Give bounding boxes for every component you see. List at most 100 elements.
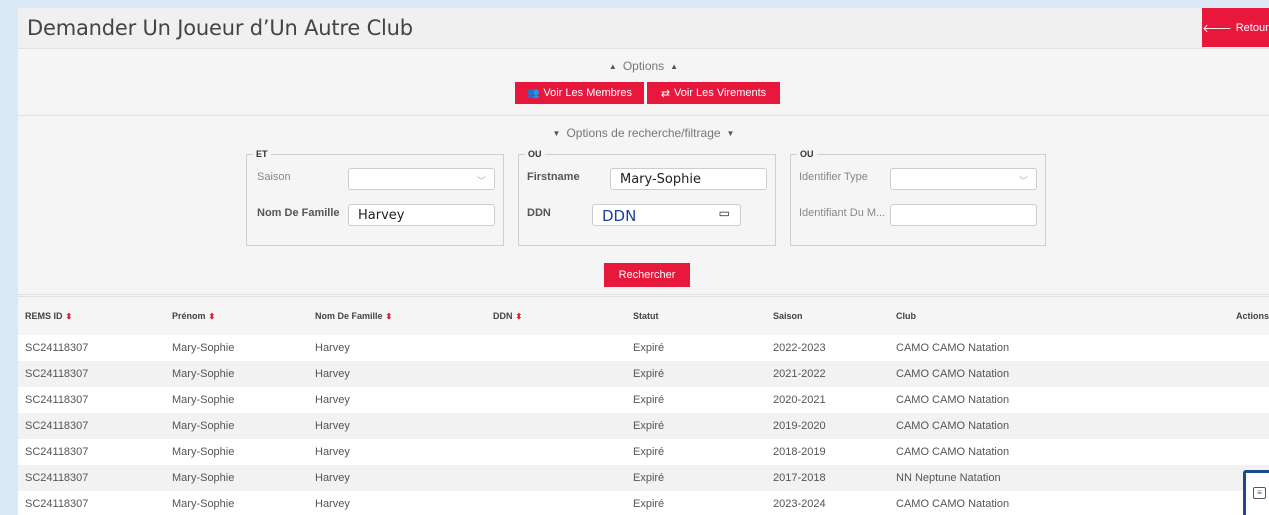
exchange-icon: ⇄ xyxy=(660,87,671,100)
chat-widget-button[interactable]: ≡ xyxy=(1243,470,1269,515)
table-row[interactable]: SC24118307 Mary-Sophie Harvey Expiré 2021-20… xyxy=(18,360,1269,387)
firstname-cell: Mary-Sophie xyxy=(172,393,235,406)
lastname-cell: Harvey xyxy=(315,341,350,354)
chevron-down-icon: ﹀ xyxy=(476,177,486,187)
actions-cell xyxy=(1196,361,1269,387)
status-cell: Expiré xyxy=(633,471,665,484)
col-rems-id[interactable]: REMS ID ⬍ xyxy=(25,296,172,335)
lastname-cell: Harvey xyxy=(315,419,350,432)
view-members-label: Voir Les Membres xyxy=(543,87,633,99)
firstname-cell: Mary-Sophie xyxy=(172,445,235,458)
table-row[interactable]: SC24118307 Mary-Sophie Harvey Expiré 2022-20… xyxy=(18,334,1269,361)
lastname-label: Nom De Famille xyxy=(257,207,340,219)
back-button[interactable]: 🡐 Retour xyxy=(1202,8,1269,47)
lastname-cell: Harvey xyxy=(315,471,350,484)
options-toggle[interactable]: ▲ Options ▲ xyxy=(18,59,1269,73)
season-cell: 2019-2020 xyxy=(773,419,826,432)
table-row[interactable]: SC24118307 Mary-Sophie Harvey Expiré 2017-20… xyxy=(18,464,1269,491)
sort-icon: ⬍ xyxy=(515,311,523,321)
caret-down-icon: ▼ xyxy=(552,129,561,138)
caret-down-icon: ▼ xyxy=(726,129,735,138)
back-button-label: Retour xyxy=(1235,21,1269,34)
season-cell: 2018-2019 xyxy=(773,445,826,458)
season-cell: 2020-2021 xyxy=(773,393,826,406)
title-bar: Demander Un Joueur d’Un Autre Club 🡐 Ret… xyxy=(18,8,1269,49)
dob-cell xyxy=(493,335,633,361)
view-members-button[interactable]: 👥 Voir Les Membres xyxy=(515,82,644,104)
season-cell: 2023-2024 xyxy=(773,497,826,510)
col-dob[interactable]: DDN ⬍ xyxy=(493,296,633,335)
caret-up-icon: ▲ xyxy=(670,62,679,71)
chat-icon: ≡ xyxy=(1253,487,1266,499)
dob-cell xyxy=(493,465,633,491)
club-cell: NN Neptune Natation xyxy=(896,471,1001,484)
search-options-toggle[interactable]: ▼ Options de recherche/filtrage ▼ xyxy=(18,126,1269,140)
status-cell: Expiré xyxy=(633,497,665,510)
arrow-left-icon: 🡐 xyxy=(1202,22,1232,35)
lastname-input[interactable]: Harvey xyxy=(348,204,495,226)
rems-id-cell: SC24118307 xyxy=(25,419,89,432)
sort-icon: ⬍ xyxy=(65,311,73,321)
options-panel: ▲ Options ▲ 👥 Voir Les Membres ⇄ Voir Les … xyxy=(18,49,1269,116)
results-table: REMS ID ⬍ Prénom ⬍ Nom De Famille ⬍ DDN ⬍ St… xyxy=(18,296,1269,515)
rems-id-cell: SC24118307 xyxy=(25,341,89,354)
club-cell: CAMO CAMO Natation xyxy=(896,341,1010,354)
chevron-down-icon: ﹀ xyxy=(1018,177,1028,187)
season-cell: 2021-2022 xyxy=(773,367,826,380)
firstname-cell: Mary-Sophie xyxy=(172,341,235,354)
col-firstname[interactable]: Prénom ⬍ xyxy=(172,296,315,335)
page: Demander Un Joueur d’Un Autre Club 🡐 Ret… xyxy=(18,8,1269,515)
table-row[interactable]: SC24118307 Mary-Sophie Harvey Expiré 2023-20… xyxy=(18,490,1269,515)
col-actions: Actions xyxy=(1196,296,1269,335)
club-cell: CAMO CAMO Natation xyxy=(896,497,1010,510)
dob-cell xyxy=(493,387,633,413)
dob-value: DDN xyxy=(602,207,637,225)
firstname-cell: Mary-Sophie xyxy=(172,497,235,510)
actions-cell xyxy=(1196,413,1269,439)
identifier-type-select[interactable]: ﹀ xyxy=(890,168,1037,190)
filter-group-ou-1: OU Firstname Mary-Sophie DDN DDN ▭ xyxy=(518,149,776,246)
club-cell: CAMO CAMO Natation xyxy=(896,419,1010,432)
rems-id-cell: SC24118307 xyxy=(25,367,89,380)
season-label: Saison xyxy=(257,171,291,183)
table-row[interactable]: SC24118307 Mary-Sophie Harvey Expiré 2019-20… xyxy=(18,412,1269,439)
actions-cell xyxy=(1196,335,1269,361)
col-status: Statut xyxy=(633,296,773,335)
season-select[interactable]: ﹀ xyxy=(348,168,495,190)
search-options-label: Options de recherche/filtrage xyxy=(566,126,721,140)
view-transfers-button[interactable]: ⇄ Voir Les Virements xyxy=(647,82,780,104)
dob-cell xyxy=(493,491,633,515)
rems-id-cell: SC24118307 xyxy=(25,393,89,406)
caret-up-icon: ▲ xyxy=(608,62,617,71)
season-cell: 2017-2018 xyxy=(773,471,826,484)
calendar-icon[interactable]: ▭ xyxy=(719,206,730,220)
status-cell: Expiré xyxy=(633,367,665,380)
member-id-label: Identifiant Du M... xyxy=(799,207,886,219)
status-cell: Expiré xyxy=(633,341,665,354)
status-cell: Expiré xyxy=(633,419,665,432)
filter-group-ou-2: OU Identifier Type ﹀ Identifiant Du M... xyxy=(790,149,1046,246)
lastname-cell: Harvey xyxy=(315,393,350,406)
sort-icon: ⬍ xyxy=(208,311,216,321)
users-icon: 👥 xyxy=(526,87,540,99)
firstname-cell: Mary-Sophie xyxy=(172,419,235,432)
lastname-cell: Harvey xyxy=(315,445,350,458)
col-lastname[interactable]: Nom De Famille ⬍ xyxy=(315,296,493,335)
dob-cell xyxy=(493,361,633,387)
club-cell: CAMO CAMO Natation xyxy=(896,445,1010,458)
club-cell: CAMO CAMO Natation xyxy=(896,367,1010,380)
group-legend: OU xyxy=(797,149,817,159)
dob-cell xyxy=(493,413,633,439)
search-button[interactable]: Rechercher xyxy=(604,263,690,287)
firstname-input[interactable]: Mary-Sophie xyxy=(610,168,767,190)
table-row[interactable]: SC24118307 Mary-Sophie Harvey Expiré 2020-20… xyxy=(18,386,1269,413)
rems-id-cell: SC24118307 xyxy=(25,497,89,510)
col-season: Saison xyxy=(773,296,896,335)
options-toggle-label: Options xyxy=(622,59,665,73)
member-id-input[interactable] xyxy=(890,204,1037,226)
firstname-label: Firstname xyxy=(527,171,580,183)
firstname-cell: Mary-Sophie xyxy=(172,367,235,380)
dob-date-input[interactable]: DDN ▭ xyxy=(592,204,741,226)
table-row[interactable]: SC24118307 Mary-Sophie Harvey Expiré 2018-20… xyxy=(18,438,1269,465)
group-legend: OU xyxy=(525,149,545,159)
